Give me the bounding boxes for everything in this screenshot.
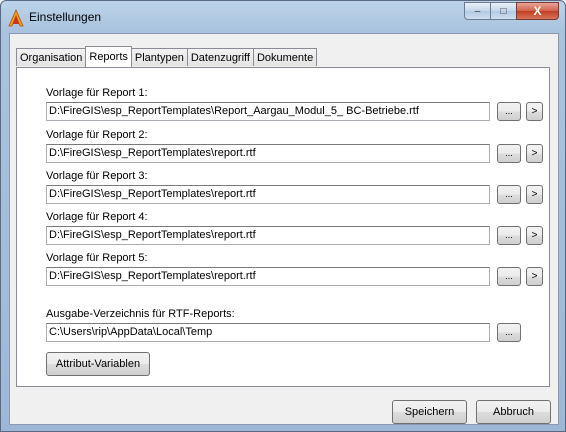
cancel-button[interactable]: Abbruch <box>476 400 551 424</box>
save-button[interactable]: Speichern <box>392 400 467 424</box>
report-2-label: Vorlage für Report 2: <box>46 129 148 141</box>
window-title: Einstellungen <box>29 10 102 24</box>
app-logo-icon <box>8 9 24 27</box>
attribute-variables-button[interactable]: Attribut-Variablen <box>46 352 150 376</box>
tab-reports[interactable]: Reports <box>85 46 132 67</box>
tab-plantypen[interactable]: Plantypen <box>130 48 188 66</box>
output-dir-label: Ausgabe-Verzeichnis für RTF-Reports: <box>46 308 235 320</box>
report-2-browse-button[interactable]: ... <box>497 144 521 163</box>
report-2-path-field[interactable]: D:\FireGIS\esp_ReportTemplates\report.rt… <box>46 144 490 163</box>
report-5-browse-button[interactable]: ... <box>497 267 521 286</box>
report-1-label: Vorlage für Report 1: <box>46 87 148 99</box>
minimize-button[interactable]: – <box>464 2 490 20</box>
report-1-path-field[interactable]: D:\FireGIS\esp_ReportTemplates\Report_Aa… <box>46 102 490 121</box>
report-1-open-button[interactable]: > <box>526 102 543 121</box>
reports-panel: Vorlage für Report 1: D:\FireGIS\esp_Rep… <box>16 67 550 387</box>
tab-datenzugriff[interactable]: Datenzugriff <box>186 48 254 66</box>
close-button[interactable]: X <box>516 2 559 20</box>
dialog-client-area: Organisation Reports Plantypen Datenzugr… <box>9 33 559 425</box>
report-4-browse-button[interactable]: ... <box>497 226 521 245</box>
tab-dokumente[interactable]: Dokumente <box>252 48 318 66</box>
report-4-open-button[interactable]: > <box>526 226 543 245</box>
report-5-label: Vorlage für Report 5: <box>46 252 148 264</box>
output-dir-browse-button[interactable]: ... <box>497 323 521 342</box>
maximize-button[interactable]: □ <box>490 2 516 20</box>
title-bar[interactable]: Einstellungen – □ X <box>1 1 565 35</box>
report-3-open-button[interactable]: > <box>526 185 543 204</box>
settings-window: Einstellungen – □ X Organisation Reports… <box>0 0 566 432</box>
output-dir-field[interactable]: C:\Users\rip\AppData\Local\Temp <box>46 323 490 342</box>
report-2-open-button[interactable]: > <box>526 144 543 163</box>
report-1-browse-button[interactable]: ... <box>497 102 521 121</box>
report-3-browse-button[interactable]: ... <box>497 185 521 204</box>
report-3-path-field[interactable]: D:\FireGIS\esp_ReportTemplates\report.rt… <box>46 185 490 204</box>
report-5-open-button[interactable]: > <box>526 267 543 286</box>
report-3-label: Vorlage für Report 3: <box>46 170 148 182</box>
report-4-label: Vorlage für Report 4: <box>46 211 148 223</box>
report-5-path-field[interactable]: D:\FireGIS\esp_ReportTemplates\report.rt… <box>46 267 490 286</box>
tab-organisation[interactable]: Organisation <box>16 48 87 66</box>
report-4-path-field[interactable]: D:\FireGIS\esp_ReportTemplates\report.rt… <box>46 226 490 245</box>
window-controls: – □ X <box>464 2 559 22</box>
tab-strip: Organisation Reports Plantypen Datenzugr… <box>16 46 318 68</box>
